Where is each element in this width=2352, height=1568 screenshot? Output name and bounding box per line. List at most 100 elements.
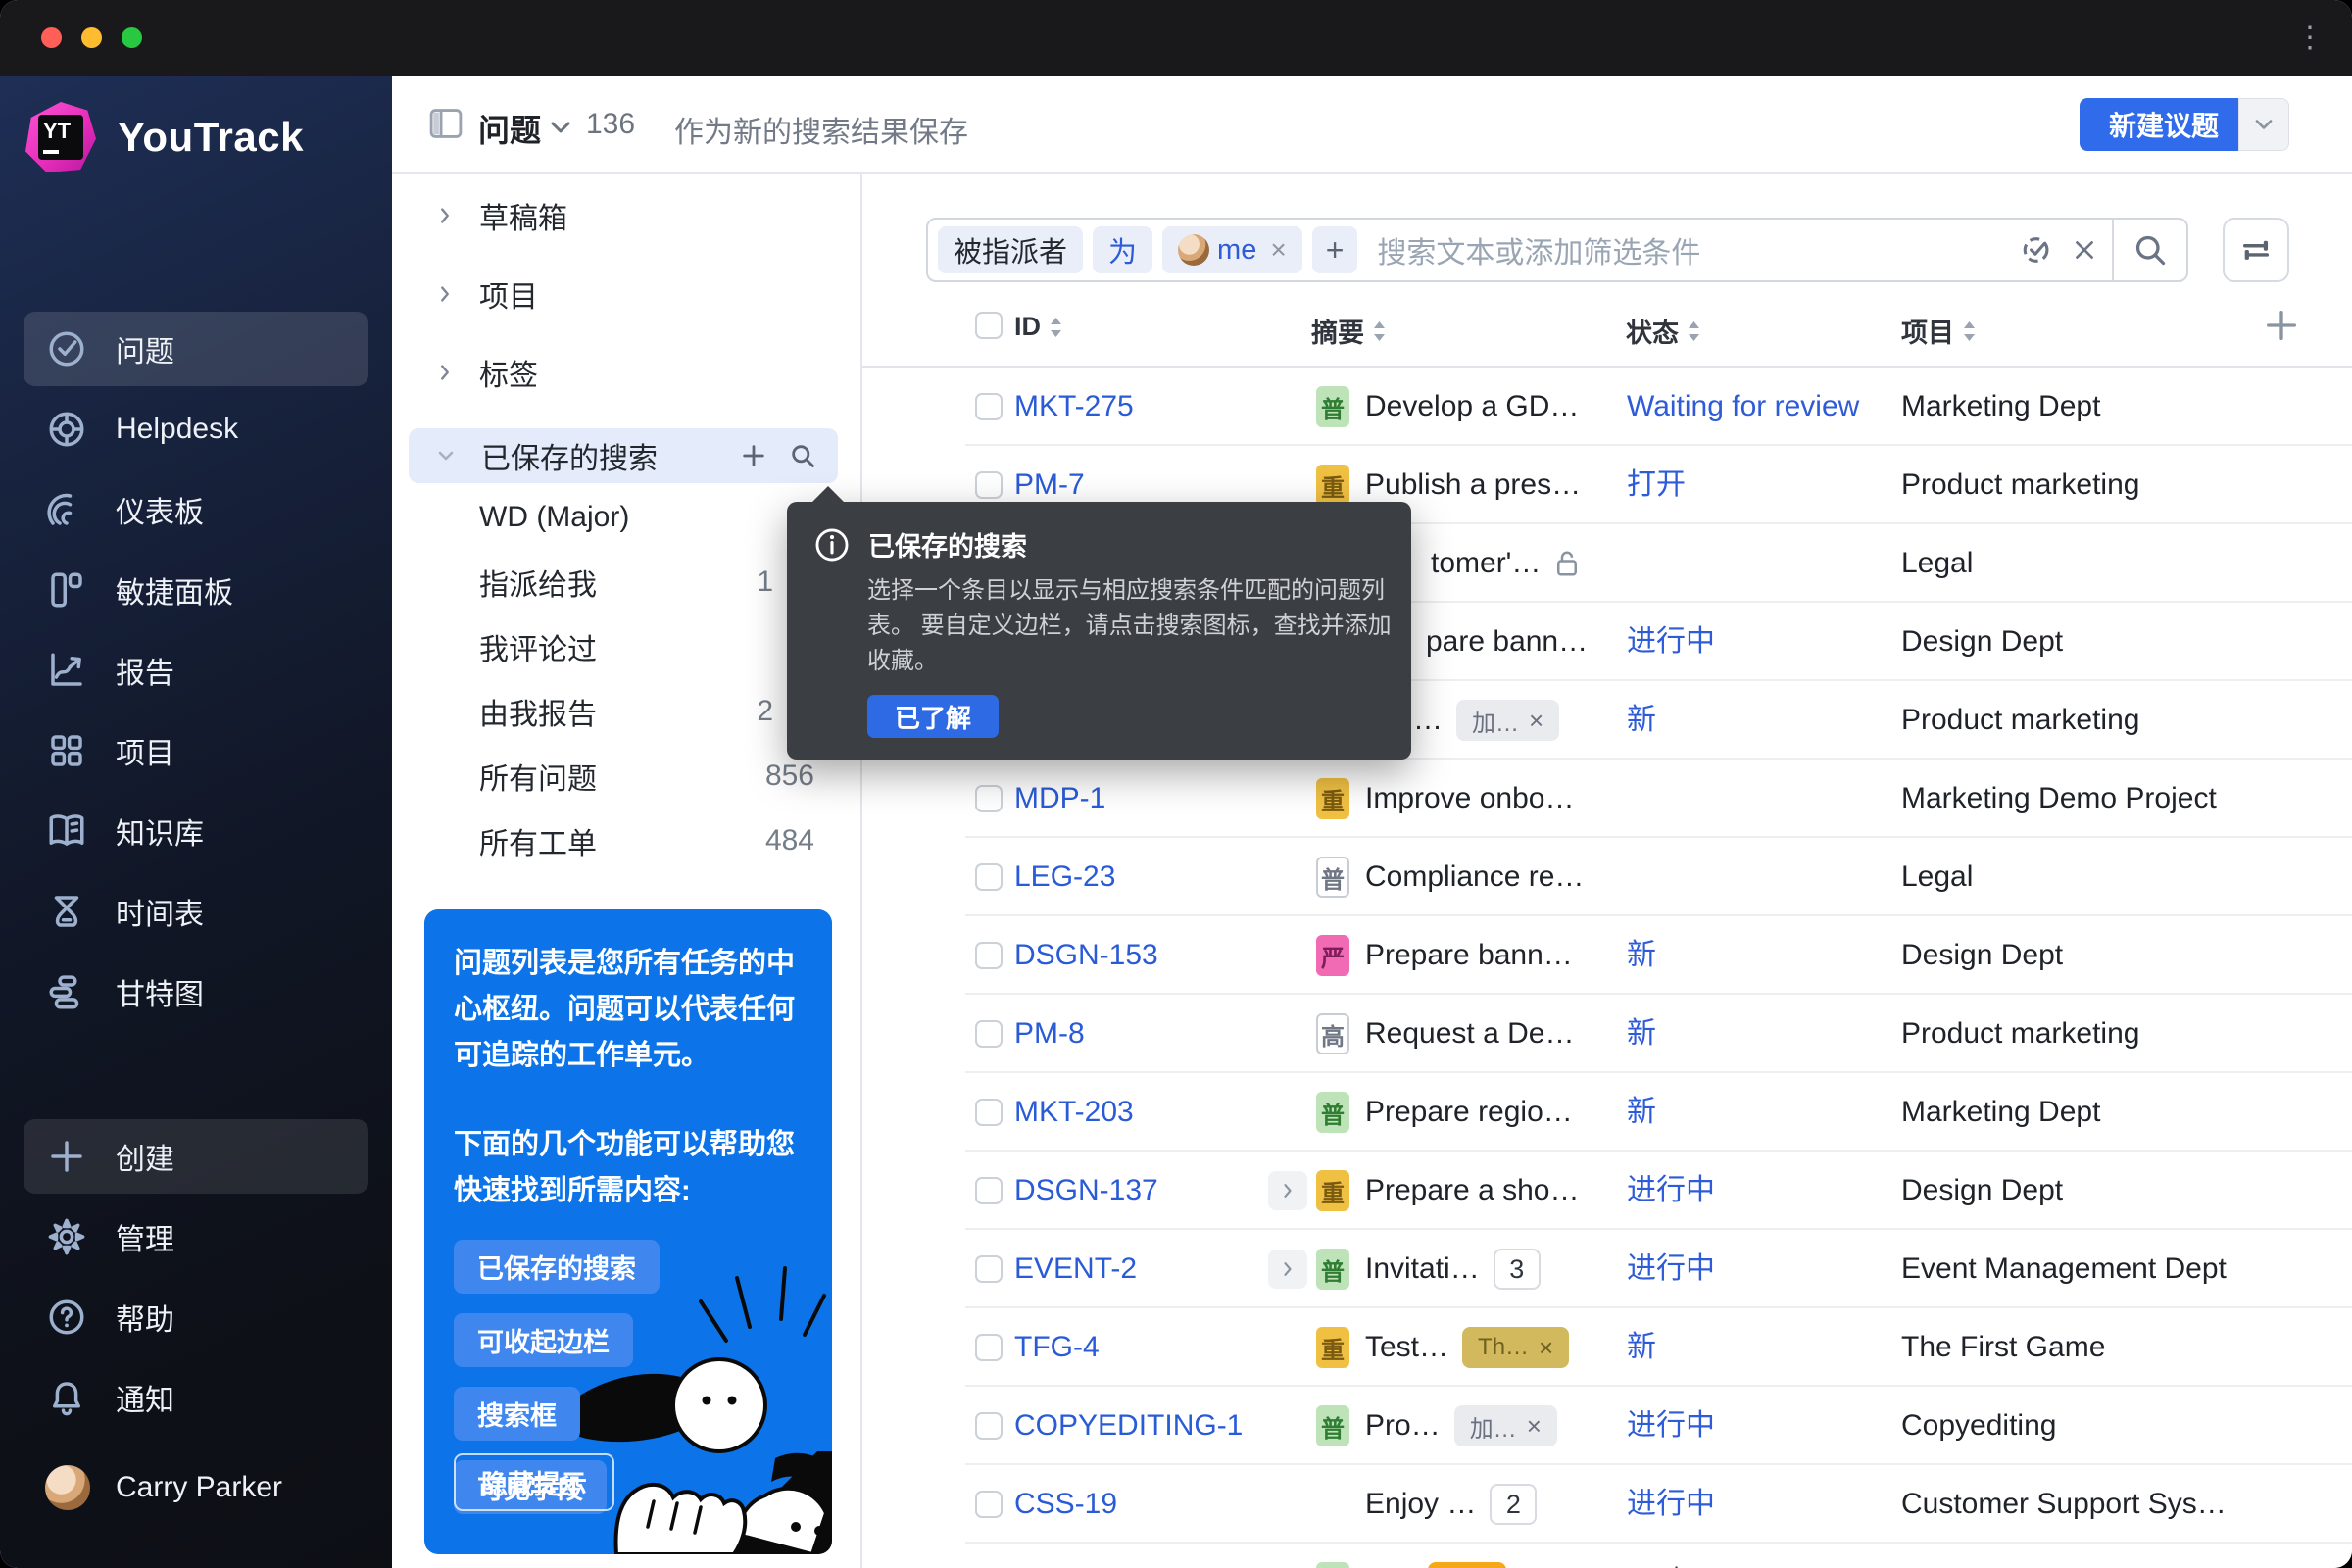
saved-search-item[interactable]: 所有问题 856	[409, 749, 838, 804]
issue-id-link[interactable]: CSS-19	[1014, 1465, 1117, 1544]
sidebar-item-helpdesk[interactable]: Helpdesk	[24, 392, 368, 466]
promo-feature-pill[interactable]: 可收起边栏	[454, 1313, 633, 1367]
expand-row-icon[interactable]	[1268, 1250, 1307, 1289]
issue-id-link[interactable]: EVENT-2	[1014, 1230, 1137, 1308]
chevron-right-icon[interactable]	[434, 362, 456, 383]
promo-feature-pill[interactable]: 搜索框	[454, 1387, 580, 1441]
select-all-checkbox[interactable]	[975, 312, 1003, 339]
sidebar-action-help[interactable]: 帮助	[24, 1280, 368, 1354]
issue-status[interactable]: 新	[1627, 1073, 1656, 1152]
issue-row[interactable]: MKT-4 普 P… 已验证 Marketing De…	[862, 1544, 2352, 1568]
row-checkbox[interactable]	[975, 393, 1003, 420]
issue-status[interactable]: 打开	[1627, 446, 1686, 524]
add-filter-button[interactable]: +	[1311, 226, 1358, 273]
explorer-group-2[interactable]: 项目	[409, 265, 838, 323]
chevron-right-icon[interactable]	[434, 283, 456, 305]
issue-status[interactable]: Waiting for review	[1627, 368, 1859, 446]
saved-search-item[interactable]: WD (Major)	[409, 490, 838, 545]
issue-status[interactable]: 进行中	[1627, 1387, 1715, 1465]
sidebar-item-timesheet[interactable]: 时间表	[24, 874, 368, 949]
issue-id-link[interactable]: MKT-275	[1014, 368, 1134, 446]
new-issue-button[interactable]: 新建议题	[2080, 98, 2249, 151]
page-title-chevron-down-icon[interactable]	[549, 120, 572, 140]
issue-row[interactable]: EVENT-2 普 Invitati… 3 进行中 Event Management De…	[862, 1230, 2352, 1308]
add-column-icon[interactable]	[2262, 306, 2301, 350]
column-header-状态[interactable]: 状态	[1626, 312, 1701, 350]
explorer-group-1[interactable]: 草稿箱	[409, 186, 838, 245]
issue-row[interactable]: CSS-19 Enjoy … 2 进行中 Customer Support Sys…	[862, 1465, 2352, 1544]
collapse-sidebar-button[interactable]: 折叠	[24, 1544, 368, 1568]
toggle-sidebar-icon[interactable]	[429, 108, 463, 144]
issue-status[interactable]: 进行中	[1627, 603, 1715, 681]
query-assist-icon[interactable]	[2012, 220, 2063, 280]
issue-id-link[interactable]: LEG-23	[1014, 838, 1115, 916]
issue-row[interactable]: DSGN-153 严 Prepare bann… 新 Design Dept	[862, 916, 2352, 995]
column-header-项目[interactable]: 项目	[1901, 312, 1977, 350]
search-bar[interactable]: 被指派者 为 me × + 搜索文本或添加筛选条件	[926, 218, 2188, 282]
saved-search-item[interactable]: 我评论过	[409, 619, 838, 674]
issue-tag[interactable]: Th… ×	[1462, 1327, 1570, 1368]
hide-tips-button[interactable]: 隐藏提示	[454, 1453, 614, 1511]
issue-id-link[interactable]: TFG-4	[1014, 1308, 1100, 1387]
row-checkbox[interactable]	[975, 863, 1003, 891]
saved-search-item[interactable]: 由我报告 2	[409, 684, 838, 739]
issue-tag[interactable]: 加… ×	[1456, 700, 1560, 741]
issue-row[interactable]: DSGN-137 重 Prepare a sho… 进行中 Design Dept	[862, 1152, 2352, 1230]
issue-row[interactable]: MDP-1 重 Improve onbo… Marketing Demo Projec…	[862, 760, 2352, 838]
close-window-icon[interactable]	[41, 27, 62, 48]
row-checkbox[interactable]	[975, 1099, 1003, 1126]
row-checkbox[interactable]	[975, 1334, 1003, 1361]
sort-icon[interactable]	[1372, 319, 1387, 343]
remove-tag-icon[interactable]: ×	[1527, 1411, 1542, 1442]
issue-row[interactable]: MKT-203 普 Prepare regio… 新 Marketing Dept	[862, 1073, 2352, 1152]
sidebar-item-dashboard[interactable]: 仪表板	[24, 472, 368, 547]
issue-id-link[interactable]: MKT-203	[1014, 1073, 1134, 1152]
search-token[interactable]: me ×	[1162, 226, 1302, 273]
sort-icon[interactable]	[1049, 316, 1063, 339]
sidebar-item-reports[interactable]: 报告	[24, 633, 368, 708]
chevron-right-icon[interactable]	[434, 205, 456, 226]
row-checkbox[interactable]	[975, 1412, 1003, 1440]
find-saved-search-icon[interactable]	[789, 442, 816, 469]
issue-row[interactable]: LEG-23 普 Compliance re… Legal	[862, 838, 2352, 916]
sidebar-item-projects[interactable]: 项目	[24, 713, 368, 788]
issue-id-link[interactable]: COPYEDITING-1	[1014, 1387, 1243, 1465]
saved-search-item[interactable]: 所有工单 484	[409, 813, 838, 868]
row-checkbox[interactable]	[975, 471, 1003, 499]
issue-id-link[interactable]: MKT-4	[1014, 1544, 1101, 1568]
sidebar-item-issues[interactable]: 问题	[24, 312, 368, 386]
issue-status[interactable]: 已验证	[1627, 1544, 1715, 1568]
tooltip-got-it-button[interactable]: 已了解	[867, 695, 1000, 738]
explorer-group-3[interactable]: 标签	[409, 343, 838, 402]
saved-searches-group[interactable]: 已保存的搜索	[409, 428, 838, 483]
issue-row[interactable]: PM-8 高 Request a De… 新 Product marketing	[862, 995, 2352, 1073]
issue-tag[interactable]	[1428, 1562, 1507, 1568]
issue-row[interactable]: TFG-4 重 Test… Th… × 新 The First Game	[862, 1308, 2352, 1387]
sort-icon[interactable]	[1962, 319, 1977, 343]
column-header-id[interactable]: ID	[1014, 312, 1063, 342]
issue-status[interactable]: 进行中	[1627, 1465, 1715, 1544]
zoom-window-icon[interactable]	[122, 27, 142, 48]
minimize-window-icon[interactable]	[81, 27, 102, 48]
issue-status[interactable]: 新	[1627, 681, 1656, 760]
save-search-link[interactable]: 作为新的搜索结果保存	[674, 108, 968, 151]
add-saved-search-icon[interactable]	[740, 442, 767, 469]
search-input[interactable]: 搜索文本或添加筛选条件	[1377, 228, 2012, 271]
issue-status[interactable]: 新	[1627, 916, 1656, 995]
issue-id-link[interactable]: DSGN-137	[1014, 1152, 1158, 1230]
row-checkbox[interactable]	[975, 785, 1003, 812]
column-header-摘要[interactable]: 摘要	[1311, 312, 1387, 350]
user-menu[interactable]: Carry Parker	[24, 1450, 368, 1525]
search-icon[interactable]	[2114, 220, 2186, 280]
remove-tag-icon[interactable]: ×	[1529, 706, 1544, 736]
new-issue-dropdown-button[interactable]	[2238, 98, 2289, 151]
row-checkbox[interactable]	[975, 1255, 1003, 1283]
sidebar-item-knowledge[interactable]: 知识库	[24, 794, 368, 868]
issue-row[interactable]: COPYEDITING-1 普 Pro… 加… × 进行中 Copyediting	[862, 1387, 2352, 1465]
browser-menu-icon[interactable]: ⋮	[2295, 22, 2325, 55]
saved-search-item[interactable]: 指派给我 1	[409, 555, 838, 610]
sidebar-action-plus[interactable]: 创建	[24, 1119, 368, 1194]
search-settings-button[interactable]	[2223, 218, 2289, 282]
issue-status[interactable]: 进行中	[1627, 1230, 1715, 1308]
issue-status[interactable]: 新	[1627, 995, 1656, 1073]
